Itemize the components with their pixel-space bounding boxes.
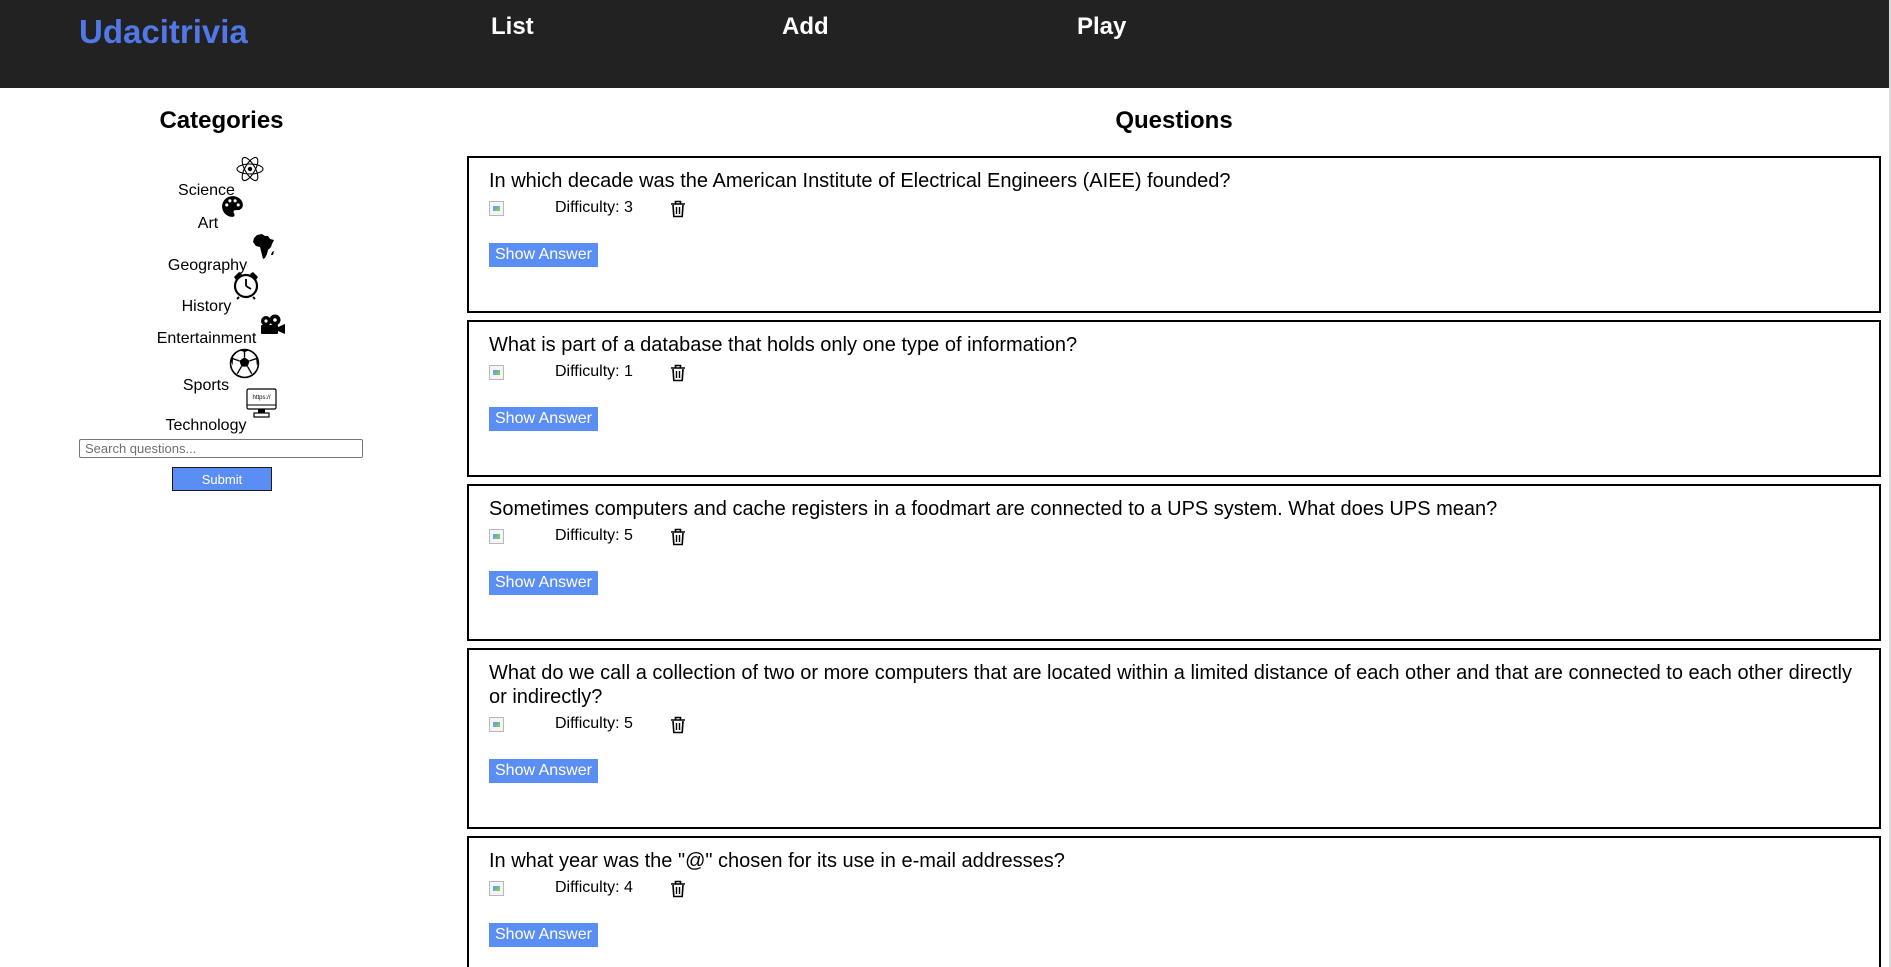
category-item-geography[interactable]: Geography [0,234,443,274]
alarm-clock-icon [231,270,261,305]
category-item-entertainment[interactable]: Entertainment [0,314,443,347]
question-meta: Difficulty: 5 [489,714,789,734]
question-text: In which decade was the American Institu… [489,170,1231,192]
show-answer-button[interactable]: Show Answer [489,571,598,595]
category-item-history[interactable]: History [0,270,443,315]
question-card: In what year was the "@" chosen for its … [467,836,1881,967]
monitor-screen-text: https:// [253,395,271,401]
atom-icon [235,154,265,189]
category-image-broken [489,365,504,380]
computer-monitor-icon: https:// [246,388,278,424]
nav-list-link[interactable]: List [491,13,534,41]
difficulty-label: Difficulty: 4 [555,879,633,896]
category-item-technology[interactable]: Technology https:// [0,388,443,434]
show-answer-button[interactable]: Show Answer [489,243,598,267]
category-image-broken [489,881,504,896]
questions-heading: Questions [1115,107,1233,134]
question-text: What do we call a collection of two or m… [489,662,1852,708]
nav-add-link[interactable]: Add [782,13,829,41]
category-item-science[interactable]: Science [0,154,443,199]
question-meta: Difficulty: 5 [489,526,789,546]
category-label: History [181,298,232,315]
top-nav-bar: Udacitrivia List Add Play [0,0,1889,88]
question-text: Sometimes computers and cache registers … [489,498,1498,520]
category-label: Entertainment [156,330,257,347]
category-label: Art [197,215,219,232]
trash-icon[interactable] [670,200,686,218]
category-image-broken [489,529,504,544]
question-card: What do we call a collection of two or m… [467,648,1881,829]
film-camera-icon [259,314,286,341]
difficulty-label: Difficulty: 5 [555,527,633,544]
question-text: What is part of a database that holds on… [489,334,1078,356]
trash-icon[interactable] [670,716,686,734]
brand-logo-link[interactable]: Udacitrivia [79,13,248,51]
question-text: In what year was the "@" chosen for its … [489,850,1065,872]
question-card: In which decade was the American Institu… [467,156,1881,313]
category-item-art[interactable]: Art [0,194,443,232]
question-meta: Difficulty: 4 [489,878,789,898]
trash-icon[interactable] [670,880,686,898]
difficulty-label: Difficulty: 3 [555,199,633,216]
soccer-ball-icon [229,348,260,384]
categories-heading: Categories [159,107,284,134]
category-label: Technology [165,417,247,434]
search-submit-button[interactable]: Submit [172,467,272,491]
category-image-broken [489,717,504,732]
question-card: What is part of a database that holds on… [467,320,1881,477]
category-image-broken [489,201,504,216]
trash-icon[interactable] [670,528,686,546]
show-answer-button[interactable]: Show Answer [489,407,598,431]
question-meta: Difficulty: 1 [489,362,789,382]
show-answer-button[interactable]: Show Answer [489,759,598,783]
africa-map-icon [253,234,275,265]
difficulty-label: Difficulty: 1 [555,363,633,380]
palette-icon [220,194,245,224]
difficulty-label: Difficulty: 5 [555,715,633,732]
category-item-sports[interactable]: Sports [0,348,443,394]
question-card: Sometimes computers and cache registers … [467,484,1881,641]
show-answer-button[interactable]: Show Answer [489,923,598,947]
nav-play-link[interactable]: Play [1077,13,1126,41]
question-meta: Difficulty: 3 [489,198,789,218]
search-input[interactable] [79,439,363,458]
trash-icon[interactable] [670,364,686,382]
